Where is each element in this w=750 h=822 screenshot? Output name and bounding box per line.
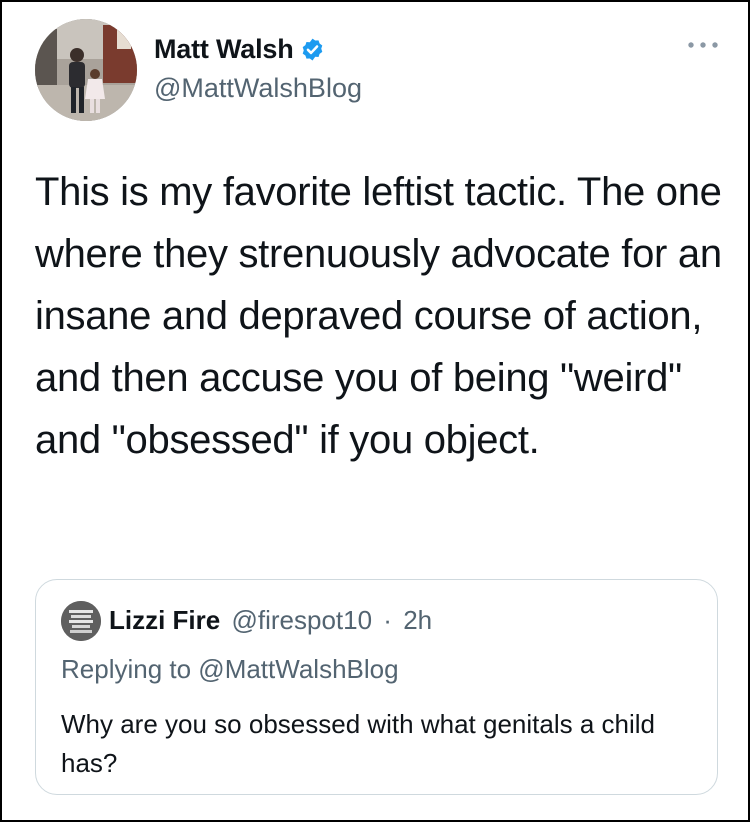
replying-to[interactable]: Replying to @MattWalshBlog (61, 654, 399, 685)
more-options-icon[interactable] (686, 38, 720, 52)
tweet-card: Matt Walsh @MattWalshBlog This is my fav… (0, 0, 750, 822)
quoted-author-name[interactable]: Lizzi Fire (109, 605, 220, 635)
quoted-avatar-image-icon (61, 601, 101, 641)
quoted-timestamp[interactable]: 2h (403, 605, 432, 635)
quoted-author-avatar[interactable] (61, 601, 101, 641)
author-handle[interactable]: @MattWalshBlog (154, 73, 362, 104)
verified-badge-icon (302, 38, 322, 61)
quoted-tweet-text: Why are you so obsessed with what genita… (61, 709, 655, 778)
author-avatar[interactable] (35, 19, 137, 121)
tweet-text: This is my favorite leftist tactic. The … (35, 170, 722, 462)
author-name[interactable]: Matt Walsh (154, 34, 294, 65)
avatar-photo-icon (35, 19, 137, 121)
quoted-tweet[interactable]: Lizzi Fire @firespot10 · 2h Replying to … (35, 579, 718, 795)
quoted-separator: · (383, 605, 392, 635)
quoted-author-handle[interactable]: @firespot10 (231, 605, 372, 635)
